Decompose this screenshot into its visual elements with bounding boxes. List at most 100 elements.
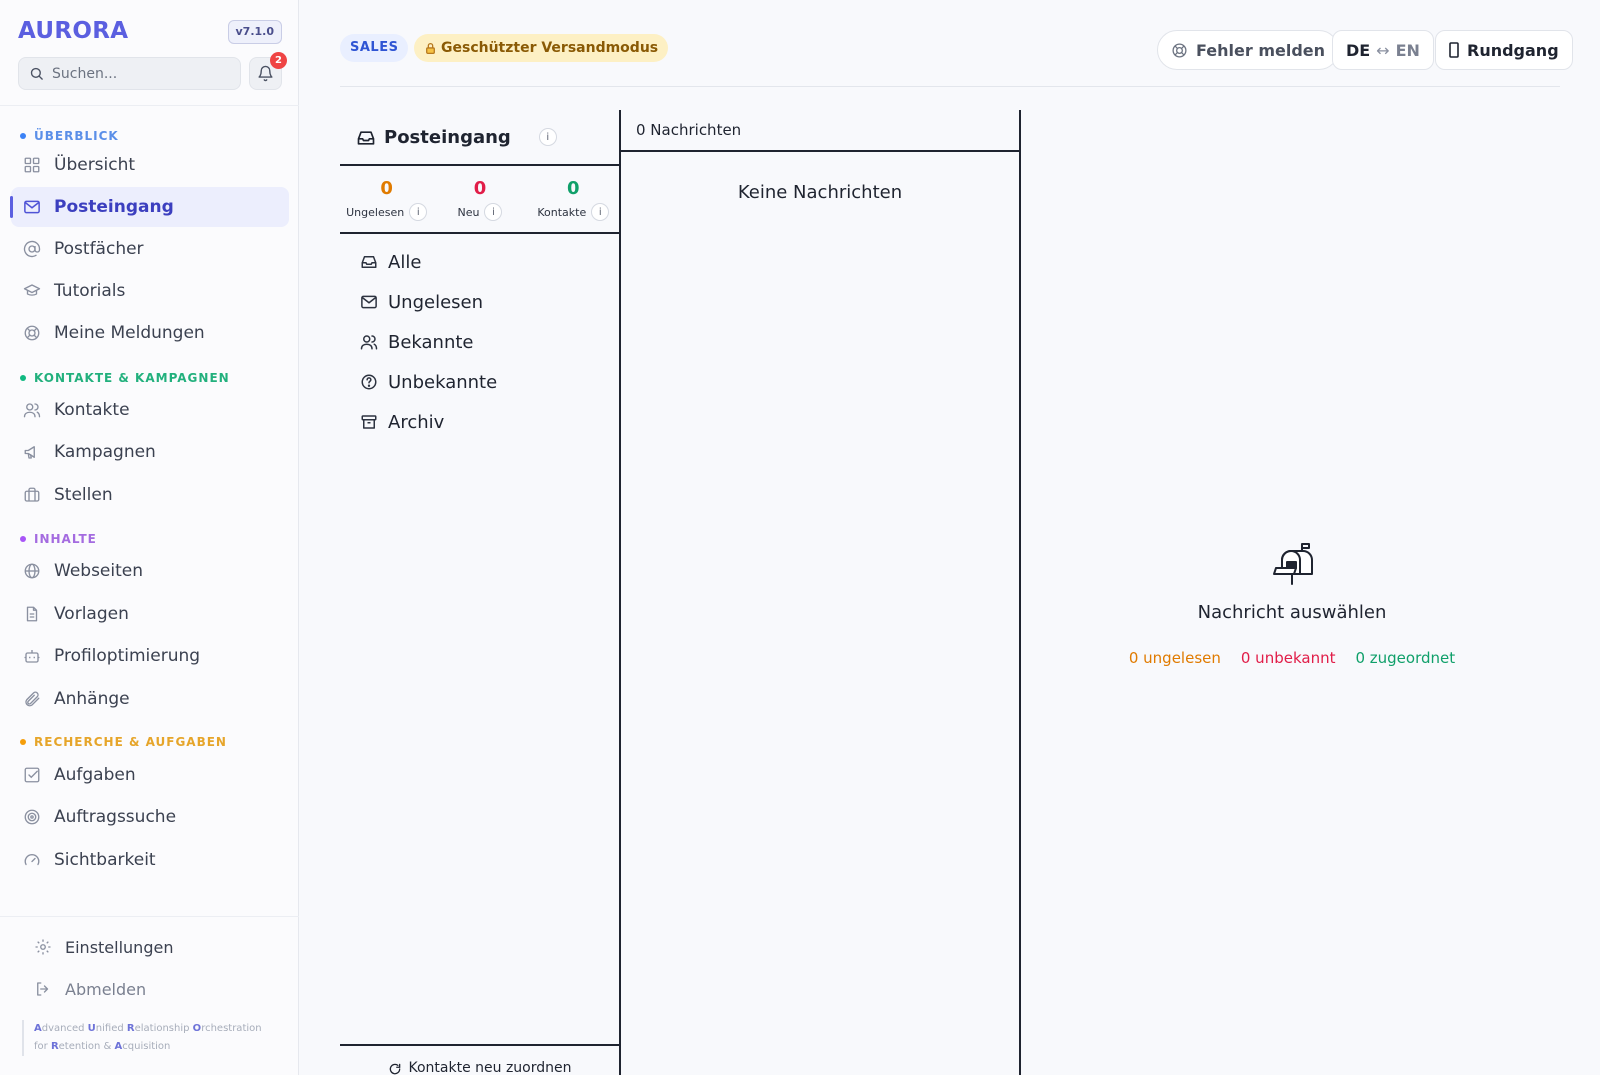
section-label-contacts: KONTAKTE & KAMPAGNEN: [20, 370, 230, 386]
acronym-word: elationship: [134, 1023, 193, 1034]
lang-de: DE: [1346, 40, 1371, 60]
section-label-research: RECHERCHE & AUFGABEN: [20, 734, 227, 750]
sidebar-item-aufgaben[interactable]: Aufgaben: [11, 755, 289, 795]
info-icon[interactable]: i: [591, 203, 610, 221]
sidebar-item-label: Posteingang: [54, 197, 174, 217]
reassign-contacts-button[interactable]: Kontakte neu zuordnen: [340, 1044, 620, 1075]
section-dot: [20, 739, 26, 745]
message-list-panel: 0 Nachrichten Keine Nachrichten: [619, 110, 1021, 1075]
sidebar-item-label: Webseiten: [54, 561, 144, 581]
lifebuoy-icon: [1171, 42, 1188, 59]
acronym-initial: R: [126, 1023, 135, 1034]
detail-empty-state: Nachricht auswählen 0 ungelesen 0 unbeka…: [1022, 540, 1562, 667]
folder-ungelesen[interactable]: Ungelesen: [340, 282, 620, 322]
folder-label: Alle: [388, 251, 422, 273]
notifications-button[interactable]: 2: [249, 52, 287, 90]
acronym-word: dvanced: [41, 1023, 88, 1034]
app-logo[interactable]: AURORA: [18, 18, 128, 44]
sidebar-item-sichtbarkeit[interactable]: Sichtbarkeit: [11, 840, 289, 880]
sidebar-item-vorlagen[interactable]: Vorlagen: [11, 594, 289, 634]
sidebar-item-label: Profiloptimierung: [54, 646, 201, 666]
section-title: INHALTE: [34, 532, 97, 546]
search-icon: [29, 66, 44, 81]
folder-alle[interactable]: Alle: [340, 242, 620, 282]
empty-message-list: Keine Nachrichten: [737, 182, 903, 203]
protected-mode-label: Geschützter Versandmodus: [441, 40, 659, 56]
section-label-overview: ÜBERBLICK: [20, 128, 119, 144]
stat-label-row: Neu i: [458, 203, 503, 221]
sidebar-item-postfaecher[interactable]: Postfächer: [11, 229, 289, 269]
section-title: RECHERCHE & AUFGABEN: [34, 735, 227, 749]
globe-icon: [23, 562, 41, 580]
stat-contacts[interactable]: 0 Kontakte i: [527, 168, 620, 232]
folder-label: Archiv: [388, 411, 445, 433]
acronym-initial: R: [50, 1041, 59, 1052]
report-bug-button[interactable]: Fehler melden: [1157, 30, 1340, 70]
sidebar-item-posteingang[interactable]: Posteingang: [10, 187, 289, 227]
sidebar-item-anhaenge[interactable]: Anhänge: [11, 679, 289, 719]
folder-label: Unbekannte: [388, 371, 498, 393]
search-input[interactable]: [52, 65, 227, 82]
archive-icon: [360, 413, 378, 431]
sidebar-item-label: Tutorials: [54, 281, 126, 301]
acronym-word: etention &: [58, 1041, 115, 1052]
sidebar: AURORA v7.1.0 2 ÜBERBLICK Übersicht Post…: [0, 0, 299, 1075]
stat-value: 0: [473, 178, 487, 199]
language-toggle[interactable]: DE ↔ EN: [1332, 30, 1434, 70]
inbox-icon: [356, 128, 375, 146]
gear-icon: [34, 938, 52, 956]
stat-unread[interactable]: 0 Ungelesen i: [340, 168, 433, 232]
inbox-title: Posteingang: [384, 126, 511, 148]
protected-mode-badge: Geschützter Versandmodus: [414, 34, 669, 62]
folder-list: Alle Ungelesen Bekannte Unbekannte Archi…: [340, 242, 620, 442]
message-detail-panel: Nachricht auswählen 0 ungelesen 0 unbeka…: [1022, 110, 1562, 1075]
acronym-tagline: Advanced Unified Relationship Orchestrat…: [22, 1020, 272, 1056]
users-icon: [360, 333, 378, 351]
inbox-stats: 0 Ungelesen i 0 Neu i 0 Kontakte i: [340, 168, 620, 234]
folder-unbekannte[interactable]: Unbekannte: [340, 362, 620, 402]
folder-bekannte[interactable]: Bekannte: [340, 322, 620, 362]
help-circle-icon: [360, 373, 378, 391]
sidebar-item-kampagnen[interactable]: Kampagnen: [11, 432, 289, 472]
sidebar-item-stellen[interactable]: Stellen: [11, 475, 289, 515]
mailbox-icon: [1268, 540, 1316, 588]
folder-archiv[interactable]: Archiv: [340, 402, 620, 442]
info-icon[interactable]: i: [484, 203, 503, 221]
sidebar-item-tutorials[interactable]: Tutorials: [11, 271, 289, 311]
stat-new[interactable]: 0 Neu i: [433, 168, 526, 232]
sidebar-item-profiloptimierung[interactable]: Profiloptimierung: [11, 636, 289, 676]
at-icon: [23, 240, 41, 258]
settings-button[interactable]: Einstellungen: [22, 928, 282, 966]
grid-icon: [23, 156, 41, 174]
megaphone-icon: [23, 443, 41, 461]
stat-label-row: Kontakte i: [537, 203, 610, 221]
sidebar-item-uebersicht[interactable]: Übersicht: [11, 145, 289, 185]
sidebar-item-meine-meldungen[interactable]: Meine Meldungen: [11, 313, 289, 353]
sidebar-item-label: Meine Meldungen: [54, 323, 205, 343]
graduation-cap-icon: [23, 282, 41, 300]
tour-label: Rundgang: [1467, 40, 1559, 60]
logout-icon: [34, 980, 52, 998]
info-icon[interactable]: i: [538, 128, 557, 146]
select-message-title: Nachricht auswählen: [1197, 602, 1387, 623]
logout-button[interactable]: Abmelden: [22, 970, 282, 1008]
search-box[interactable]: [18, 57, 241, 90]
sidebar-item-auftragssuche[interactable]: Auftragssuche: [11, 797, 289, 837]
report-bug-label: Fehler melden: [1196, 40, 1326, 60]
info-icon[interactable]: i: [409, 203, 428, 221]
sidebar-item-label: Kampagnen: [54, 442, 156, 462]
tour-button[interactable]: Rundgang: [1435, 30, 1573, 70]
message-count: 0 Nachrichten: [621, 110, 1019, 152]
acronym-initial: U: [87, 1023, 96, 1034]
file-text-icon: [23, 605, 41, 623]
stat-label: Kontakte: [537, 205, 587, 219]
sidebar-divider: [0, 105, 299, 106]
version-badge: v7.1.0: [227, 20, 282, 44]
brand-row: AURORA v7.1.0: [18, 18, 282, 46]
folder-label: Ungelesen: [388, 291, 484, 313]
acronym-word: cquisition: [122, 1041, 171, 1052]
sidebar-item-webseiten[interactable]: Webseiten: [11, 551, 289, 591]
stat-label: Ungelesen: [346, 205, 405, 219]
section-dot: [20, 375, 26, 381]
sidebar-item-kontakte[interactable]: Kontakte: [11, 390, 289, 430]
